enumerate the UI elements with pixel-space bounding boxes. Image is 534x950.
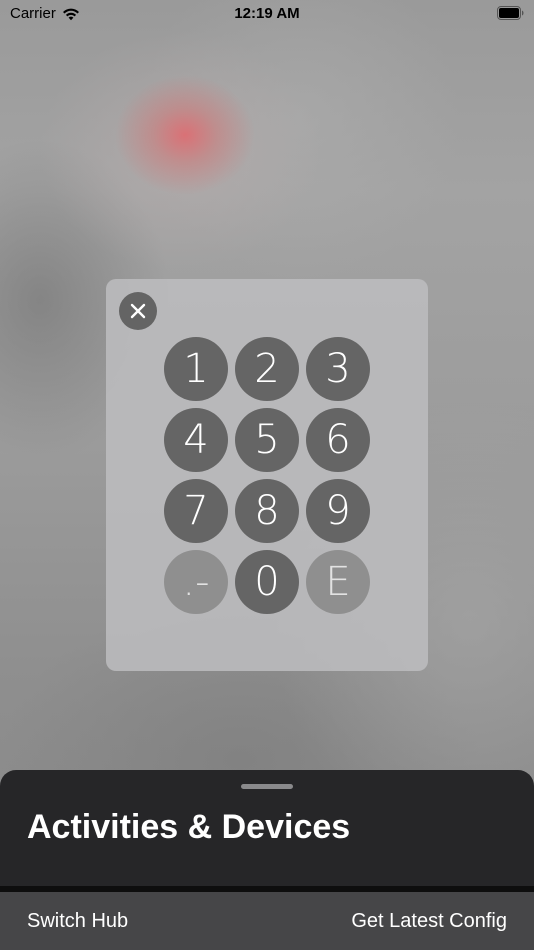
app-screen: Carrier 12:19 AM 1 2 3 4 5 6 7 8 9 .- 0 E Activitie…	[0, 0, 534, 950]
keypad-key[interactable]: 8	[235, 479, 299, 543]
keypad-panel: 1 2 3 4 5 6 7 8 9 .- 0 E	[106, 279, 428, 671]
switch-hub-button[interactable]: Switch Hub	[27, 910, 128, 933]
number-keypad: 1 2 3 4 5 6 7 8 9 .- 0 E	[164, 337, 370, 614]
status-bar: Carrier 12:19 AM	[0, 0, 534, 30]
status-time: 12:19 AM	[234, 5, 300, 22]
close-button[interactable]	[119, 292, 157, 330]
keypad-key[interactable]: 6	[306, 408, 370, 472]
bottom-sheet: Activities & Devices	[0, 770, 534, 886]
keypad-key[interactable]: 4	[164, 408, 228, 472]
battery-icon	[497, 6, 524, 20]
keypad-key[interactable]: 0	[235, 550, 299, 614]
keypad-key: .-	[164, 550, 228, 614]
get-latest-config-button[interactable]: Get Latest Config	[351, 910, 507, 933]
keypad-key[interactable]: 7	[164, 479, 228, 543]
sheet-title: Activities & Devices	[27, 808, 351, 846]
keypad-key[interactable]: 2	[235, 337, 299, 401]
sheet-drag-handle[interactable]	[241, 784, 293, 789]
close-icon	[130, 303, 146, 319]
keypad-key[interactable]: 3	[306, 337, 370, 401]
keypad-key[interactable]: 9	[306, 479, 370, 543]
keypad-key[interactable]: 1	[164, 337, 228, 401]
bottom-toolbar: Switch Hub Get Latest Config	[0, 892, 534, 950]
keypad-key[interactable]: 5	[235, 408, 299, 472]
keypad-key: E	[306, 550, 370, 614]
